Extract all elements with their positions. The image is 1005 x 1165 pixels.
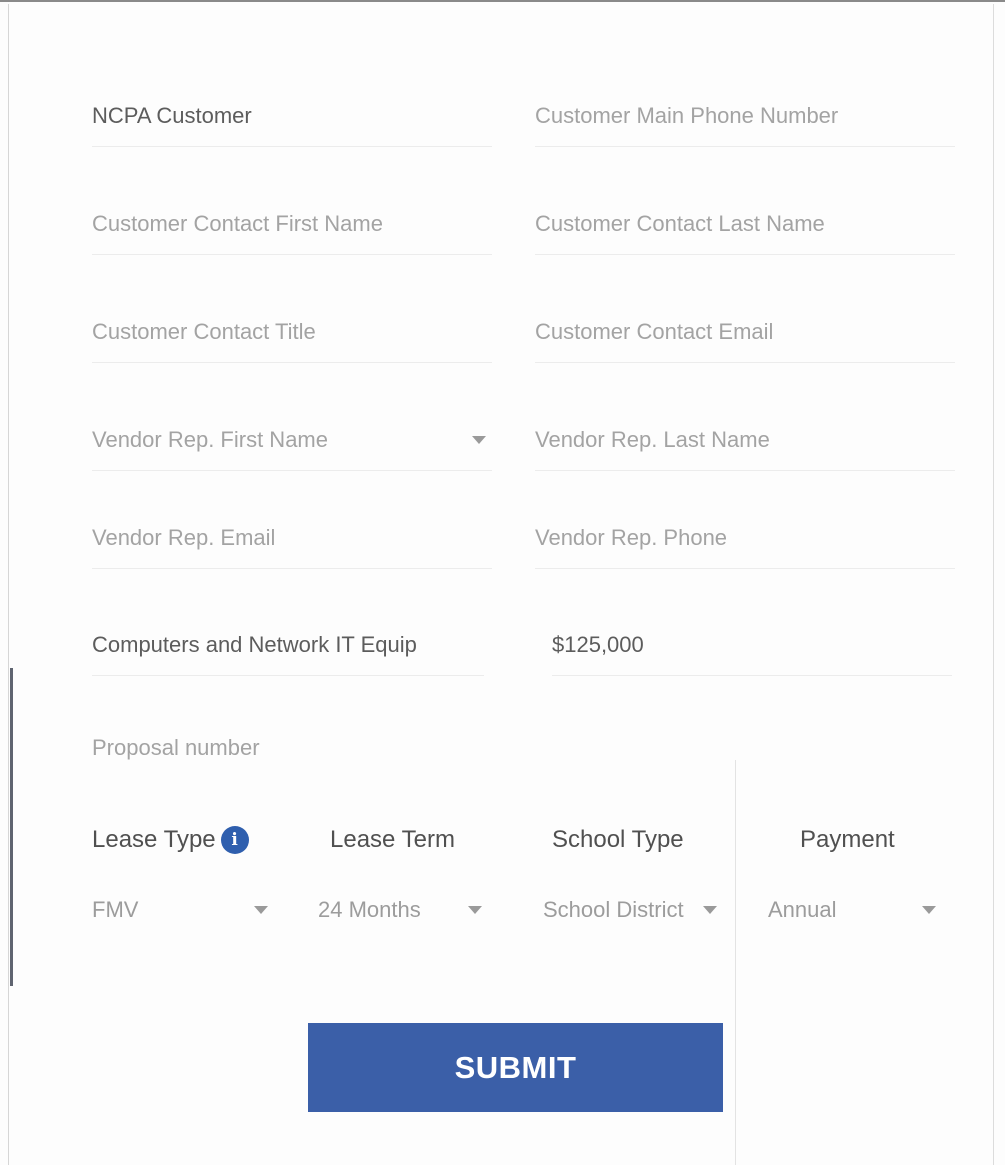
ncpa-customer-value: NCPA Customer <box>92 102 252 128</box>
vendor-email-placeholder: Vendor Rep. Email <box>92 524 276 550</box>
contact-title-placeholder: Customer Contact Title <box>92 318 316 344</box>
caret-down-icon <box>922 906 936 914</box>
vendor-last-name-placeholder: Vendor Rep. Last Name <box>535 426 770 452</box>
contact-last-name-field[interactable]: Customer Contact Last Name <box>535 193 955 255</box>
vendor-first-name-placeholder: Vendor Rep. First Name <box>92 426 328 452</box>
equipment-type-value: Computers and Network IT Equip <box>92 631 417 657</box>
school-type-select[interactable]: School District <box>543 887 723 933</box>
info-icon[interactable]: i <box>220 826 249 854</box>
amount-value: $125,000 <box>552 631 644 657</box>
scan-border-right <box>993 4 994 1165</box>
proposal-number-field[interactable]: Proposal number <box>92 717 952 779</box>
customer-main-phone-field[interactable]: Customer Main Phone Number <box>535 85 955 147</box>
customer-main-phone-placeholder: Customer Main Phone Number <box>535 102 839 128</box>
proposal-number-placeholder: Proposal number <box>92 735 260 760</box>
vendor-email-field[interactable]: Vendor Rep. Email <box>92 507 492 569</box>
contact-title-field[interactable]: Customer Contact Title <box>92 301 492 363</box>
equipment-type-field[interactable]: Computers and Network IT Equip <box>92 614 484 676</box>
lease-term-select[interactable]: 24 Months <box>318 887 488 933</box>
payment-label-text: Payment <box>800 826 895 853</box>
lease-term-label-text: Lease Term <box>330 826 455 853</box>
vendor-phone-placeholder: Vendor Rep. Phone <box>535 524 728 550</box>
column-divider <box>735 760 736 1165</box>
vendor-last-name-field[interactable]: Vendor Rep. Last Name <box>535 409 955 471</box>
payment-value: Annual <box>768 897 837 922</box>
caret-down-icon <box>703 906 717 914</box>
school-type-label: School Type <box>552 826 684 854</box>
payment-select[interactable]: Annual <box>768 887 942 933</box>
lease-type-select[interactable]: FMV <box>92 887 274 933</box>
school-type-value: School District <box>543 897 684 922</box>
caret-down-icon <box>254 906 268 914</box>
payment-label: Payment <box>800 826 895 854</box>
lease-term-value: 24 Months <box>318 897 421 922</box>
vendor-first-name-select[interactable]: Vendor Rep. First Name <box>92 409 492 471</box>
lease-request-form: NCPA Customer Customer Main Phone Number… <box>0 0 1005 1165</box>
lease-type-label-text: Lease Type <box>92 826 216 853</box>
contact-email-placeholder: Customer Contact Email <box>535 318 774 344</box>
vendor-phone-field[interactable]: Vendor Rep. Phone <box>535 507 955 569</box>
caret-down-icon <box>472 435 486 444</box>
school-type-label-text: School Type <box>552 826 684 853</box>
amount-field[interactable]: $125,000 <box>552 614 952 676</box>
contact-first-name-field[interactable]: Customer Contact First Name <box>92 193 492 255</box>
lease-type-label: Lease Type i <box>92 826 249 854</box>
contact-first-name-placeholder: Customer Contact First Name <box>92 210 383 236</box>
caret-down-icon <box>468 906 482 914</box>
contact-last-name-placeholder: Customer Contact Last Name <box>535 210 825 236</box>
contact-email-field[interactable]: Customer Contact Email <box>535 301 955 363</box>
submit-button[interactable]: SUBMIT <box>308 1023 723 1112</box>
scan-edge-mark <box>10 668 13 986</box>
lease-type-value: FMV <box>92 897 139 922</box>
scan-border-top <box>0 0 1005 4</box>
lease-term-label: Lease Term <box>330 826 455 854</box>
ncpa-customer-field[interactable]: NCPA Customer <box>92 85 492 147</box>
scan-border-left <box>8 4 9 1165</box>
